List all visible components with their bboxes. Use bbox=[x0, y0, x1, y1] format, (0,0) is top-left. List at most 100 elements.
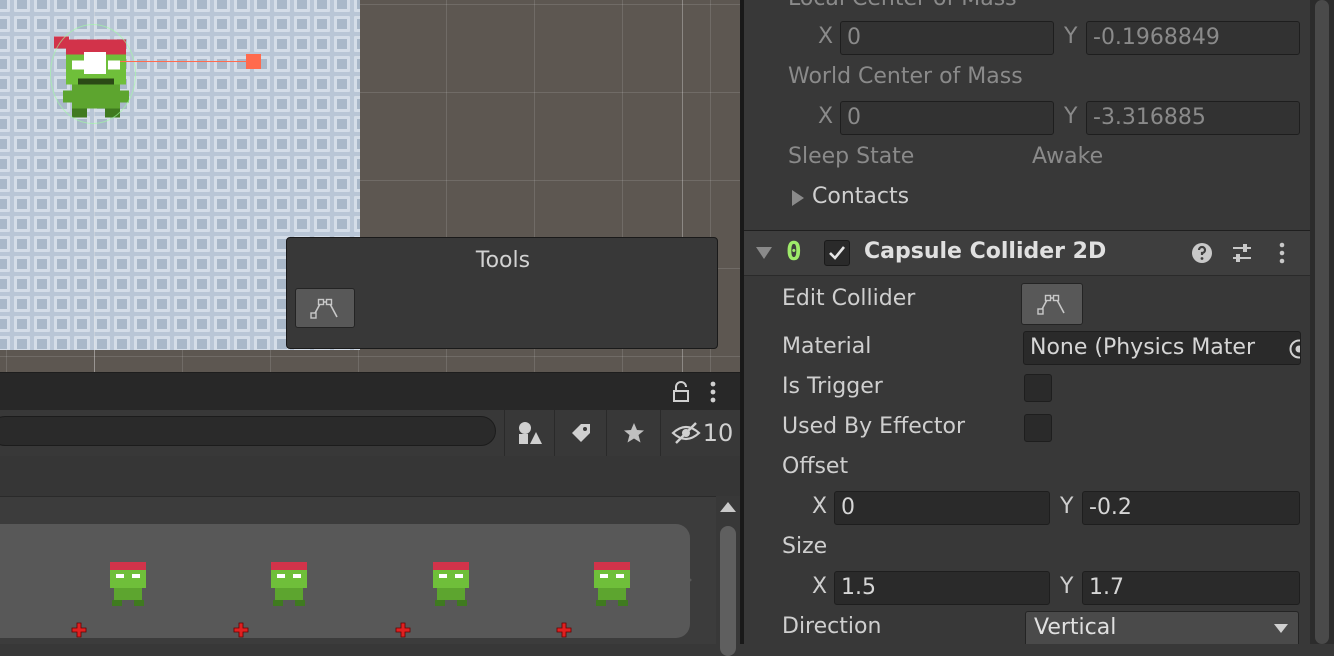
component-enabled-checkbox[interactable] bbox=[824, 240, 850, 266]
frog-sprite-thumb[interactable] bbox=[104, 556, 152, 608]
tile bbox=[254, 16, 270, 32]
gizmo-center-handle[interactable] bbox=[84, 52, 106, 74]
tile bbox=[54, 196, 70, 212]
component-foldout-arrow[interactable] bbox=[756, 247, 772, 259]
scene-view[interactable]: Tools bbox=[0, 0, 742, 372]
hidden-objects-toggle[interactable]: 10 bbox=[660, 410, 743, 456]
tile bbox=[134, 216, 150, 232]
direction-value: Vertical bbox=[1034, 615, 1117, 640]
contacts-foldout-arrow[interactable] bbox=[792, 190, 804, 206]
tile bbox=[314, 36, 330, 52]
tile bbox=[114, 316, 130, 332]
tile bbox=[154, 216, 170, 232]
tile bbox=[214, 256, 230, 272]
world-center-of-mass-label: World Center of Mass bbox=[788, 64, 1023, 89]
filter-by-type-button[interactable] bbox=[504, 410, 555, 456]
material-label: Material bbox=[782, 334, 872, 359]
tile bbox=[154, 196, 170, 212]
lock-icon[interactable] bbox=[672, 381, 690, 403]
tile bbox=[14, 96, 30, 112]
contacts-foldout-label[interactable]: Contacts bbox=[812, 184, 909, 209]
kebab-menu-icon[interactable] bbox=[1270, 241, 1294, 265]
tile bbox=[234, 256, 250, 272]
offset-y-field[interactable]: -0.2 bbox=[1082, 491, 1300, 525]
tile bbox=[254, 136, 270, 152]
scroll-up-arrow[interactable] bbox=[720, 502, 736, 512]
tile bbox=[194, 156, 210, 172]
size-x-field[interactable]: 1.5 bbox=[834, 571, 1050, 605]
filter-by-label-button[interactable] bbox=[554, 410, 607, 456]
is-trigger-checkbox[interactable] bbox=[1024, 374, 1052, 402]
axis-x-label: X bbox=[812, 494, 828, 519]
tile bbox=[194, 136, 210, 152]
local-com-x-field: 0 bbox=[840, 21, 1054, 55]
tile bbox=[0, 76, 10, 92]
frog-sprite-thumb[interactable] bbox=[588, 556, 636, 608]
material-object-field[interactable]: None (Physics Mater bbox=[1023, 331, 1301, 365]
tile bbox=[114, 176, 130, 192]
tile bbox=[354, 56, 360, 72]
card-expand-arrow[interactable] bbox=[678, 568, 692, 592]
tile bbox=[214, 0, 230, 12]
tile bbox=[254, 76, 270, 92]
frog-sprite-thumb[interactable] bbox=[265, 556, 313, 608]
tile bbox=[74, 336, 90, 350]
tile bbox=[254, 256, 270, 272]
tile bbox=[274, 156, 290, 172]
object-picker-icon[interactable] bbox=[1288, 338, 1301, 360]
favorite-button[interactable] bbox=[606, 410, 661, 456]
used-by-effector-checkbox[interactable] bbox=[1024, 414, 1052, 442]
move-gizmo-handle[interactable] bbox=[246, 54, 261, 69]
tile bbox=[214, 56, 230, 72]
help-icon[interactable] bbox=[1190, 241, 1214, 265]
edit-collider-label: Edit Collider bbox=[782, 286, 916, 311]
scroll-thumb[interactable] bbox=[720, 526, 736, 656]
tile bbox=[234, 176, 250, 192]
tile bbox=[254, 316, 270, 332]
tile bbox=[294, 16, 310, 32]
tile bbox=[194, 196, 210, 212]
component-badge: 0 bbox=[786, 237, 802, 267]
vertical-scrollbar[interactable] bbox=[716, 496, 740, 656]
direction-dropdown[interactable]: Vertical bbox=[1025, 611, 1299, 644]
tile bbox=[74, 136, 90, 152]
presets-icon[interactable] bbox=[1230, 241, 1254, 265]
tile bbox=[74, 156, 90, 172]
tile bbox=[134, 296, 150, 312]
capsule-collider-header[interactable]: 0 Capsule Collider 2D bbox=[744, 230, 1310, 276]
kebab-menu-icon[interactable] bbox=[706, 379, 720, 405]
tile bbox=[334, 96, 350, 112]
tile bbox=[34, 296, 50, 312]
edit-collider-tool-button[interactable] bbox=[295, 288, 355, 328]
tile bbox=[234, 116, 250, 132]
move-gizmo-axis[interactable] bbox=[120, 61, 250, 62]
search-input[interactable] bbox=[0, 416, 496, 446]
sleep-state-label: Sleep State bbox=[788, 144, 915, 169]
tile bbox=[334, 116, 350, 132]
tile bbox=[34, 156, 50, 172]
tile bbox=[34, 56, 50, 72]
tile bbox=[294, 136, 310, 152]
inspector-scroll-thumb[interactable] bbox=[1315, 0, 1329, 644]
tile bbox=[194, 96, 210, 112]
tile bbox=[34, 316, 50, 332]
edit-collider-button[interactable] bbox=[1021, 283, 1083, 325]
tile bbox=[254, 296, 270, 312]
tile bbox=[174, 176, 190, 192]
tile bbox=[254, 0, 270, 12]
tile bbox=[134, 176, 150, 192]
size-y-field[interactable]: 1.7 bbox=[1082, 571, 1300, 605]
tile bbox=[174, 236, 190, 252]
axis-y-label: Y bbox=[1064, 24, 1078, 49]
tile bbox=[0, 316, 10, 332]
tile bbox=[34, 136, 50, 152]
tile bbox=[314, 96, 330, 112]
tile bbox=[334, 76, 350, 92]
tile bbox=[214, 36, 230, 52]
tile bbox=[0, 16, 10, 32]
dropdown-caret-icon bbox=[1274, 624, 1288, 633]
frog-sprite-thumb[interactable] bbox=[427, 556, 475, 608]
tile bbox=[174, 56, 190, 72]
offset-x-field[interactable]: 0 bbox=[834, 491, 1050, 525]
inspector-scrollbar[interactable] bbox=[1310, 0, 1334, 644]
